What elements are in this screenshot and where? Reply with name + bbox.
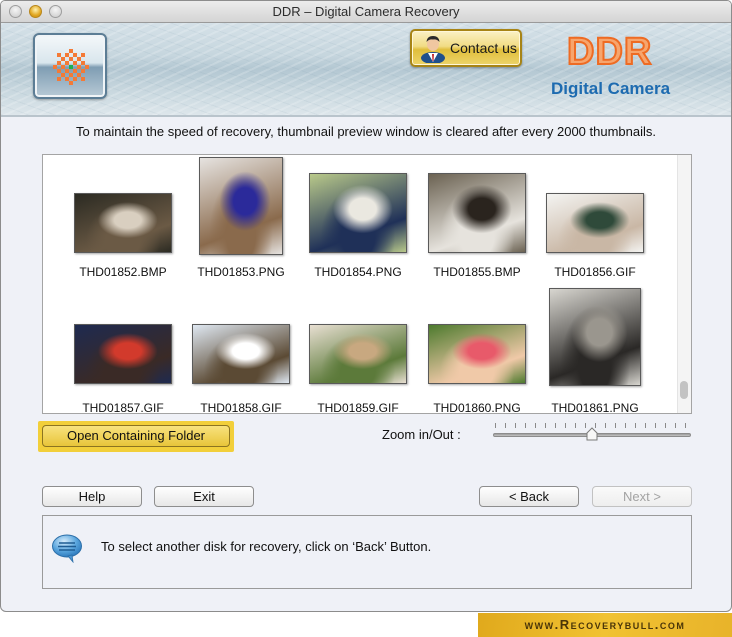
thumbnail-image[interactable]: [74, 324, 172, 384]
logo-pixel: [73, 61, 77, 65]
logo-pixel: [81, 69, 85, 73]
zoom-tick: [575, 423, 576, 428]
vertical-scrollbar[interactable]: [677, 155, 691, 413]
close-window-button[interactable]: [9, 5, 22, 18]
header-banner: Contact us DDR Digital Camera: [1, 23, 731, 117]
zoom-tick: [495, 423, 496, 428]
thumbnail-item[interactable]: THD01861.PNG: [535, 155, 655, 415]
logo-pixel: [81, 53, 85, 57]
zoom-tick: [655, 423, 656, 428]
logo-pixel: [65, 69, 69, 73]
logo-pixel: [77, 57, 81, 61]
zoom-tick: [635, 423, 636, 428]
zoom-tick: [675, 423, 676, 428]
thumbnail-filename: THD01860.PNG: [433, 401, 521, 415]
exit-button[interactable]: Exit: [154, 486, 254, 507]
logo-pixel: [69, 73, 73, 77]
zoom-tick: [615, 423, 616, 428]
status-message: To select another disk for recovery, cli…: [101, 539, 432, 554]
thumbnail-item[interactable]: THD01860.PNG: [417, 155, 537, 415]
brand-subtitle: Digital Camera: [551, 79, 671, 98]
zoom-slider-thumb[interactable]: [586, 427, 598, 441]
thumbnail-item[interactable]: THD01857.GIF: [63, 155, 183, 415]
zoom-tick: [525, 423, 526, 428]
logo-icon: [53, 49, 89, 85]
window-title: DDR – Digital Camera Recovery: [272, 4, 460, 19]
logo-pixel: [77, 65, 81, 69]
next-button[interactable]: Next >: [592, 486, 692, 507]
thumbnail-filename: THD01857.GIF: [82, 401, 164, 415]
thumbnail-item[interactable]: THD01859.GIF: [298, 155, 418, 415]
thumbnail-filename: THD01861.PNG: [551, 401, 639, 415]
brand-logo-text: DDR: [566, 30, 653, 74]
logo-pixel: [77, 73, 81, 77]
logo-pixel: [57, 77, 61, 81]
logo-pixel: [73, 53, 77, 57]
logo-pixel: [57, 53, 61, 57]
title-bar: DDR – Digital Camera Recovery: [1, 1, 731, 23]
thumbnail-image[interactable]: [309, 324, 407, 384]
thumbnail-image[interactable]: [192, 324, 290, 384]
zoom-tick: [545, 423, 546, 428]
zoom-tick: [515, 423, 516, 428]
logo-pixel: [65, 77, 69, 81]
zoom-tick: [565, 423, 566, 428]
zoom-tick: [605, 423, 606, 428]
thumbnail-filename: THD01858.GIF: [200, 401, 282, 415]
thumbnail-notice: To maintain the speed of recovery, thumb…: [75, 124, 656, 139]
zoom-tick: [685, 423, 686, 428]
minimize-window-button[interactable]: [29, 5, 42, 18]
logo-pixel: [85, 65, 89, 69]
zoom-label: Zoom in/Out :: [382, 427, 461, 442]
logo-pixel: [65, 61, 69, 65]
logo-pixel: [53, 65, 57, 69]
zoom-tick: [555, 423, 556, 428]
app-logo: [33, 33, 107, 99]
logo-pixel: [69, 81, 73, 85]
zoom-tick: [645, 423, 646, 428]
contact-us-button[interactable]: Contact us: [410, 29, 522, 67]
scrollbar-thumb[interactable]: [680, 381, 688, 400]
thumbnail-filename: THD01859.GIF: [317, 401, 399, 415]
speech-bubble-icon: [52, 534, 82, 563]
thumbnail-image[interactable]: [428, 324, 526, 384]
app-window: DDR – Digital Camera Recovery Contact us…: [0, 0, 732, 612]
logo-pixel: [81, 77, 85, 81]
zoom-tick: [535, 423, 536, 428]
back-button[interactable]: < Back: [479, 486, 579, 507]
logo-pixel: [61, 73, 65, 77]
logo-pixel: [69, 49, 73, 53]
logo-pixel: [61, 65, 65, 69]
thumbnail-item[interactable]: THD01858.GIF: [181, 155, 301, 415]
logo-pixel: [61, 57, 65, 61]
zoom-window-button[interactable]: [49, 5, 62, 18]
thumbnail-image[interactable]: [549, 288, 641, 386]
status-message-box: To select another disk for recovery, cli…: [42, 515, 692, 589]
thumbnail-preview-panel: THD01852.BMP THD01853.PNG THD01854.PNG THD0…: [42, 154, 692, 415]
help-button[interactable]: Help: [42, 486, 142, 507]
logo-pixel: [73, 77, 77, 81]
zoom-tick: [505, 423, 506, 428]
logo-pixel: [69, 57, 73, 61]
zoom-tick: [625, 423, 626, 428]
zoom-tick: [665, 423, 666, 428]
zoom-slider[interactable]: [493, 421, 691, 443]
logo-pixel: [81, 61, 85, 65]
open-folder-highlight: Open Containing Folder: [38, 421, 234, 452]
logo-pixel: [73, 69, 77, 73]
open-containing-folder-button[interactable]: Open Containing Folder: [42, 425, 230, 447]
contact-us-label: Contact us: [450, 40, 517, 56]
logo-pixel: [65, 53, 69, 57]
logo-pixel: [69, 65, 73, 69]
footer-website-link[interactable]: www.Recoverybull.com: [478, 613, 732, 637]
logo-pixel: [57, 69, 61, 73]
logo-pixel: [57, 61, 61, 65]
person-icon: [421, 36, 445, 63]
